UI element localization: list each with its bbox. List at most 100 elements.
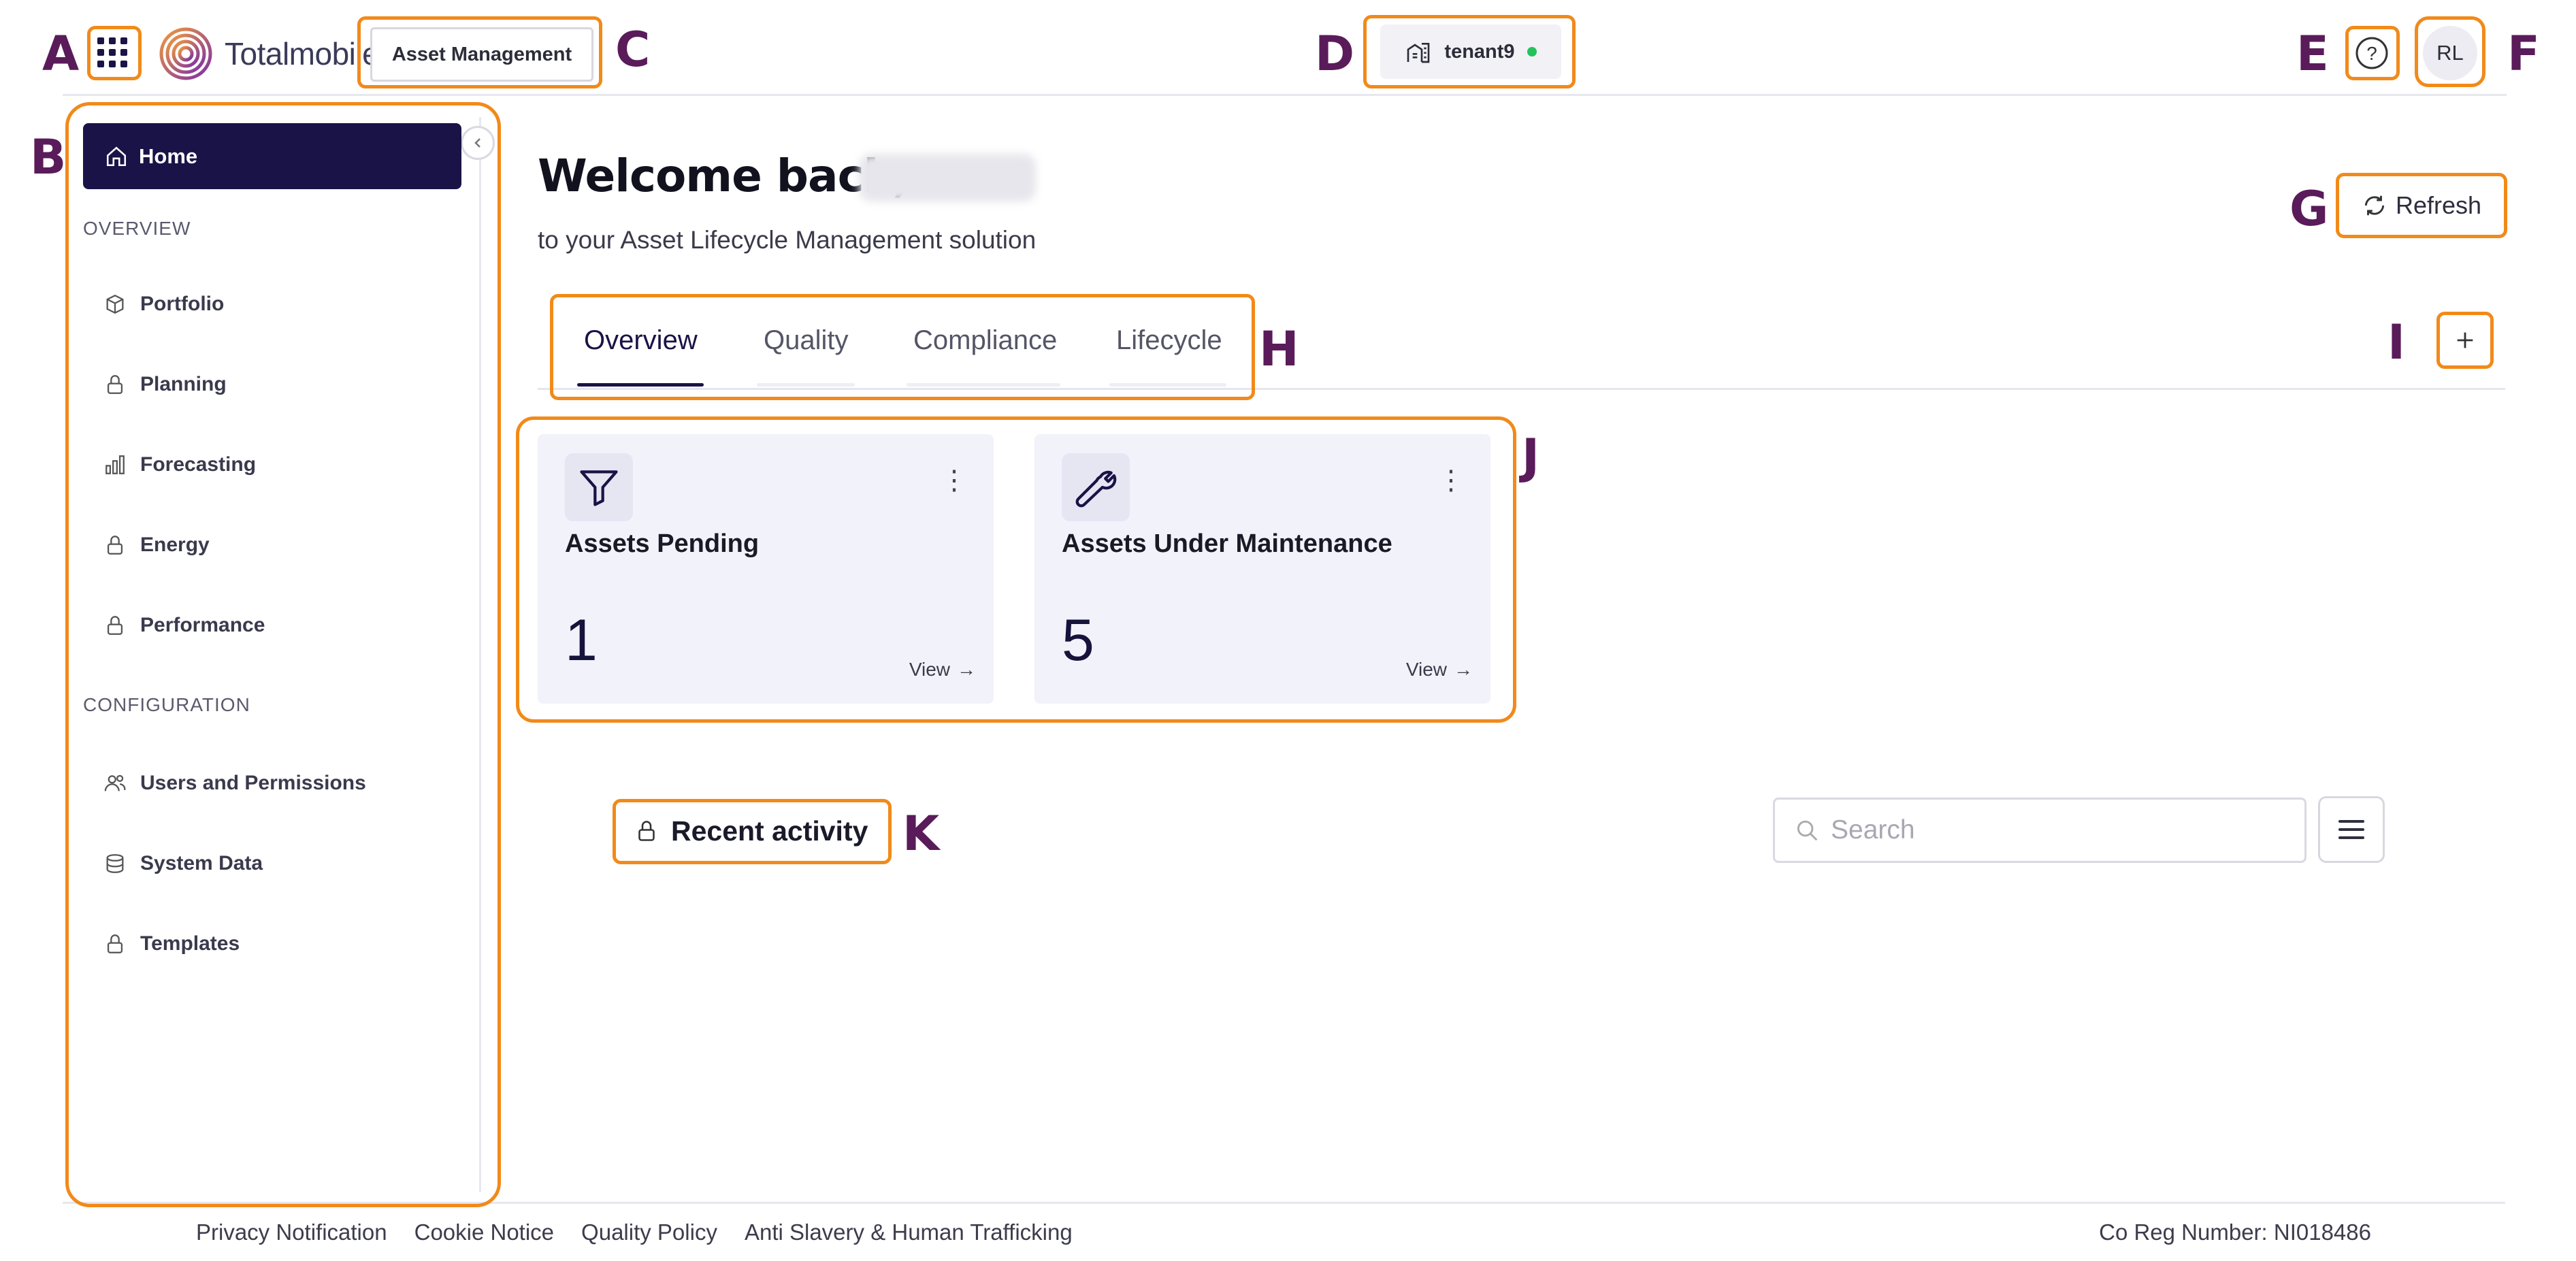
logo-text: Totalmobile	[225, 36, 380, 71]
arrow-right-icon: →	[957, 659, 976, 680]
footer-link-privacy[interactable]: Privacy Notification	[196, 1219, 387, 1245]
database-icon	[106, 854, 124, 873]
home-icon	[106, 146, 127, 166]
annotation-label-d: D	[1315, 26, 1355, 82]
metric-card-assets-under-maintenance[interactable]: ⋮ Assets Under Maintenance 5 View →	[1034, 434, 1490, 704]
welcome-title: Welcome back,	[538, 150, 910, 202]
sidebar-item-label: Users and Permissions	[140, 772, 366, 794]
tab-indicator	[757, 383, 855, 387]
card-title: Assets Pending	[565, 529, 760, 558]
annotation-label-g: G	[2289, 181, 2329, 237]
topbar-divider	[63, 94, 2507, 96]
annotation-label-j: J	[1522, 429, 1540, 485]
hamburger-line	[2338, 836, 2364, 839]
card-title: Assets Under Maintenance	[1062, 529, 1392, 558]
sidebar-section-overview: OVERVIEW	[83, 218, 191, 239]
recent-activity-header[interactable]: Recent activity	[615, 800, 887, 862]
tenant-status-dot	[1527, 47, 1537, 56]
users-icon	[104, 774, 126, 791]
footer-links: Privacy Notification Cookie Notice Quali…	[196, 1219, 1073, 1245]
tab-indicator	[907, 383, 1060, 387]
app-launcher-icon[interactable]	[93, 33, 132, 72]
recent-activity-title: Recent activity	[671, 815, 868, 847]
tab-indicator	[1109, 383, 1226, 387]
annotation-label-i: I	[2387, 314, 2406, 370]
card-more-icon[interactable]: ⋮	[1437, 467, 1465, 494]
activity-search[interactable]	[1773, 798, 2306, 863]
chevron-left-icon	[474, 138, 480, 148]
sidebar-item-planning[interactable]: Planning	[103, 373, 227, 396]
blurred-user-name	[859, 154, 1036, 201]
tab-compliance[interactable]: Compliance	[913, 325, 1057, 356]
lock-icon	[107, 934, 123, 953]
sidebar-item-label: Performance	[140, 614, 265, 636]
footer-link-cookie[interactable]: Cookie Notice	[414, 1219, 554, 1245]
footer-divider	[63, 1202, 2505, 1204]
tab-overview[interactable]: Overview	[584, 325, 698, 356]
sidebar-item-templates[interactable]: Templates	[103, 932, 240, 955]
collapse-sidebar-button[interactable]	[461, 126, 495, 160]
sidebar-item-label: System Data	[140, 852, 263, 874]
metric-card-assets-pending[interactable]: ⋮ Assets Pending 1 View →	[538, 434, 994, 704]
lock-icon	[107, 375, 123, 394]
box-icon	[106, 294, 124, 314]
bar-chart-icon	[105, 455, 125, 474]
tenant-selector[interactable]: tenant9	[1380, 24, 1561, 79]
help-icon[interactable]: ?	[2351, 33, 2392, 73]
company-reg-number: Co Reg Number: NI018486	[2099, 1219, 2371, 1245]
sidebar-item-performance[interactable]: Performance	[103, 614, 265, 637]
card-value: 5	[1062, 608, 1094, 673]
annotation-label-e: E	[2296, 26, 2329, 82]
card-value: 1	[565, 608, 598, 673]
lock-icon	[638, 821, 655, 841]
sidebar-item-label: Templates	[140, 932, 240, 955]
sidebar-item-home[interactable]: Home	[83, 123, 461, 189]
card-view-link[interactable]: View →	[909, 659, 976, 681]
plus-icon	[2457, 332, 2473, 348]
sidebar-item-portfolio[interactable]: Portfolio	[103, 293, 224, 316]
tenant-name: tenant9	[1444, 40, 1515, 63]
footer-link-anti-slavery[interactable]: Anti Slavery & Human Trafficking	[745, 1219, 1073, 1245]
card-view-label: View	[909, 659, 950, 680]
building-icon	[1407, 43, 1430, 63]
activity-menu-button[interactable]	[2318, 796, 2385, 863]
sidebar-item-label: Portfolio	[140, 293, 225, 315]
sidebar-item-label: Planning	[140, 373, 227, 395]
totalmobile-logo-icon	[158, 26, 214, 82]
sidebar-item-users-and-permissions[interactable]: Users and Permissions	[103, 772, 366, 795]
footer-link-quality[interactable]: Quality Policy	[581, 1219, 717, 1245]
card-more-icon[interactable]: ⋮	[941, 467, 968, 494]
sidebar-item-system-data[interactable]: System Data	[103, 852, 263, 875]
annotation-label-f: F	[2507, 26, 2540, 82]
card-view-label: View	[1405, 659, 1447, 680]
tab-quality[interactable]: Quality	[764, 325, 849, 356]
sidebar-item-forecasting[interactable]: Forecasting	[103, 453, 256, 476]
annotation-label-k: K	[902, 806, 940, 862]
refresh-icon	[2364, 195, 2385, 216]
refresh-button[interactable]: Refresh	[2336, 173, 2507, 238]
sidebar-item-label: Forecasting	[140, 453, 257, 476]
sidebar-item-label: Home	[139, 144, 198, 168]
annotation-label-c: C	[615, 22, 651, 78]
sidebar-item-energy[interactable]: Energy	[103, 534, 210, 557]
active-tab-indicator	[577, 383, 704, 387]
wrench-icon	[1062, 453, 1130, 521]
tabs-divider	[538, 388, 2505, 390]
filter-icon	[565, 453, 633, 521]
tab-lifecycle[interactable]: Lifecycle	[1116, 325, 1222, 356]
arrow-right-icon: →	[1454, 659, 1473, 680]
hamburger-line	[2338, 820, 2364, 823]
welcome-subtitle: to your Asset Lifecycle Management solut…	[538, 226, 1037, 254]
sidebar-divider	[479, 117, 481, 1192]
highlight-box-b	[65, 102, 501, 1207]
search-input[interactable]	[1829, 815, 2295, 846]
user-avatar[interactable]: RL	[2423, 26, 2477, 80]
hamburger-line	[2338, 828, 2364, 831]
add-tab-button[interactable]	[2439, 314, 2491, 366]
asset-management-button[interactable]: Asset Management	[370, 27, 593, 82]
card-view-link[interactable]: View →	[1406, 659, 1473, 681]
search-icon	[1797, 820, 1818, 841]
annotation-label-h: H	[1259, 321, 1299, 377]
sidebar-section-configuration: CONFIGURATION	[83, 694, 250, 715]
annotation-label-b: B	[30, 129, 67, 185]
